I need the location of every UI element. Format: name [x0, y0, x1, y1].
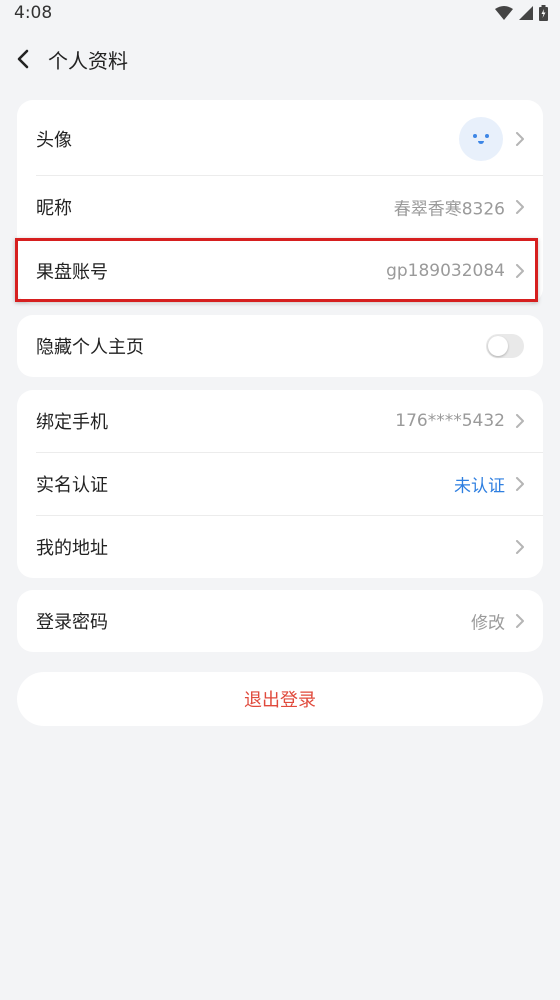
status-bar: 4:08: [0, 0, 560, 28]
chevron-right-icon: [516, 414, 524, 428]
chevron-right-icon: [516, 477, 524, 491]
logout-label: 退出登录: [244, 690, 316, 711]
privacy-card: 隐藏个人主页: [17, 315, 543, 377]
battery-icon: [539, 5, 548, 21]
status-icons: [495, 5, 548, 21]
security-card: 登录密码 修改: [17, 590, 543, 652]
nickname-value: 春翠香寒8326: [393, 199, 505, 220]
hide-homepage-toggle[interactable]: [486, 334, 524, 358]
avatar-row[interactable]: 头像: [17, 108, 543, 170]
back-button[interactable]: [14, 46, 34, 72]
avatar-eye-right: [485, 134, 489, 138]
address-label: 我的地址: [36, 538, 108, 559]
logout-button[interactable]: 退出登录: [17, 672, 543, 726]
hide-homepage-label: 隐藏个人主页: [36, 337, 144, 358]
hide-homepage-row: 隐藏个人主页: [17, 315, 543, 377]
chevron-right-icon: [516, 264, 524, 278]
avatar: [459, 117, 503, 161]
avatar-eye-left: [473, 134, 477, 138]
status-time: 4:08: [14, 3, 53, 23]
password-value: 修改: [471, 613, 505, 634]
chevron-left-icon: [17, 49, 29, 69]
profile-card: 头像 昵称 春翠香寒8326 果盘账号 gp189032084: [17, 100, 543, 304]
chevron-right-icon: [516, 614, 524, 628]
app-header: 个人资料: [0, 34, 560, 84]
avatar-label: 头像: [36, 130, 72, 151]
phone-row[interactable]: 绑定手机 176****5432: [17, 390, 543, 452]
realname-row[interactable]: 实名认证 未认证: [17, 453, 543, 515]
account-label: 果盘账号: [36, 262, 108, 283]
password-row[interactable]: 登录密码 修改: [17, 590, 543, 652]
chevron-right-icon: [516, 540, 524, 554]
nickname-row[interactable]: 昵称 春翠香寒8326: [17, 176, 543, 238]
signal-icon: [519, 6, 533, 20]
wifi-icon: [495, 6, 513, 20]
realname-label: 实名认证: [36, 475, 108, 496]
phone-label: 绑定手机: [36, 412, 108, 433]
password-label: 登录密码: [36, 612, 108, 633]
page-title: 个人资料: [48, 49, 128, 73]
chevron-right-icon: [516, 200, 524, 214]
phone-value: 176****5432: [395, 411, 505, 431]
avatar-mouth: [478, 141, 484, 144]
toggle-knob: [488, 336, 508, 356]
realname-value: 未认证: [454, 476, 505, 497]
chevron-right-icon: [516, 132, 524, 146]
nickname-label: 昵称: [36, 198, 72, 219]
binding-card: 绑定手机 176****5432 实名认证 未认证 我的地址: [17, 390, 543, 578]
account-row[interactable]: 果盘账号 gp189032084: [17, 240, 543, 302]
account-value: gp189032084: [386, 261, 505, 281]
address-row[interactable]: 我的地址: [17, 516, 543, 578]
